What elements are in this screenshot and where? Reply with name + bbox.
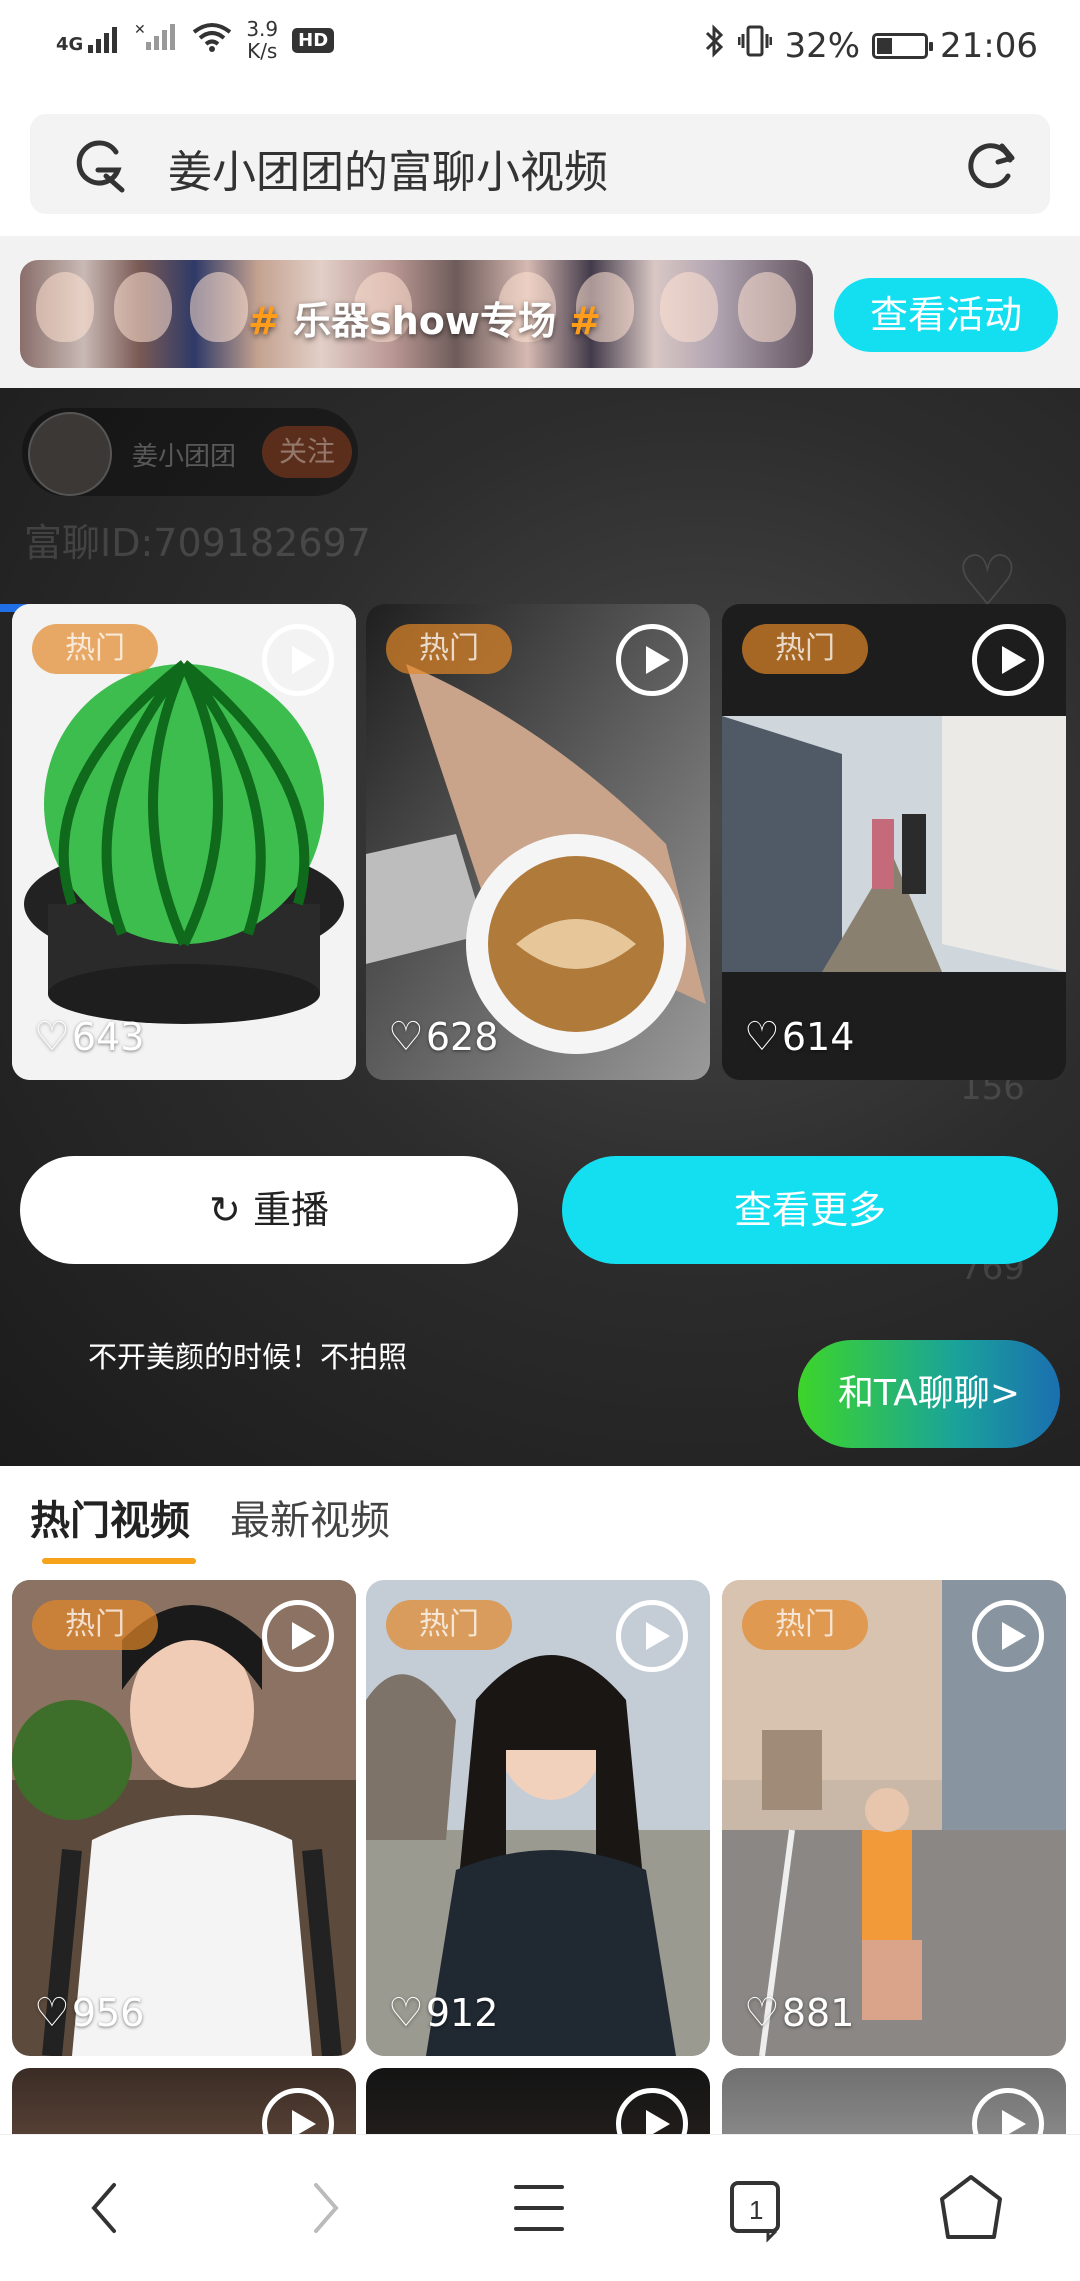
banner-photo (190, 272, 248, 342)
recommended-video-card[interactable]: 热门 ♡643 (12, 604, 356, 1080)
banner-photo (36, 272, 94, 342)
hot-tag: 热门 (32, 1600, 158, 1650)
like-count-value: 628 (425, 1015, 499, 1059)
network-speed-value: 3.9 (246, 17, 279, 41)
play-icon[interactable] (972, 1600, 1044, 1672)
bluetooth-icon (704, 24, 726, 67)
search-g-icon[interactable] (70, 136, 128, 198)
play-icon[interactable] (972, 624, 1044, 696)
menu-icon[interactable] (494, 2163, 584, 2253)
heart-icon: ♡ (744, 1014, 780, 1060)
like-count-value: 956 (71, 1991, 145, 2035)
heart-icon: ♡ (388, 1014, 424, 1060)
recommended-video-card[interactable]: 热门 ♡628 (366, 604, 710, 1080)
tab-hot-videos[interactable]: 热门视频 (30, 1488, 190, 1546)
like-count-value: 614 (781, 1015, 855, 1059)
search-bar: 姜小团团的富聊小视频 (0, 96, 1080, 236)
play-icon[interactable] (972, 2088, 1044, 2134)
hot-tag: 热门 (386, 1600, 512, 1650)
play-icon[interactable] (262, 624, 334, 696)
banner-title-text: 乐器show专场 (279, 299, 570, 343)
browser-bottom-nav: 1 (0, 2134, 1080, 2281)
like-count: ♡643 (34, 1014, 144, 1060)
hot-tag: 热门 (32, 624, 158, 674)
home-icon[interactable] (926, 2163, 1016, 2253)
hot-tag: 热门 (742, 624, 868, 674)
banner-hash: # (569, 299, 602, 343)
video-grid: 热门 ♡956 热门 ♡912 热门 ♡881 (0, 1578, 1080, 2134)
banner-title: # 乐器show专场 # (248, 290, 601, 345)
network-speed: 3.9 K/s (246, 18, 278, 62)
back-icon[interactable] (62, 2163, 152, 2253)
heart-icon: ♡ (388, 1990, 424, 2036)
recommended-video-card[interactable]: 热门 ♡614 (722, 604, 1066, 1080)
author-name: 姜小团团 (132, 442, 237, 472)
replay-button[interactable]: ↻ 重播 (20, 1156, 518, 1264)
clock: 21:06 (940, 25, 1038, 66)
video-card-partial[interactable] (366, 2068, 710, 2134)
like-count: ♡956 (34, 1990, 144, 2036)
banner-hash: # (248, 299, 280, 343)
tab-latest-videos[interactable]: 最新视频 (230, 1488, 390, 1546)
signal-icon: 4G (56, 25, 120, 55)
like-count: ♡912 (388, 1990, 498, 2036)
banner-photo (660, 272, 718, 342)
banner-photo (114, 272, 172, 342)
author-id: 富聊ID:709182697 (24, 521, 371, 565)
like-count: ♡614 (744, 1014, 854, 1060)
heart-icon: ♡ (34, 1014, 70, 1060)
play-icon[interactable] (262, 1600, 334, 1672)
banner-photo (738, 272, 796, 342)
like-count-value: 881 (781, 1991, 855, 2035)
activity-banner-row: # 乐器show专场 # 查看活动 (0, 236, 1080, 388)
video-caption: 不开美颜的时候！不拍照 (88, 1340, 408, 1374)
tabs-icon[interactable]: 1 (710, 2163, 800, 2253)
search-query[interactable]: 姜小团团的富聊小视频 (168, 136, 608, 200)
play-icon[interactable] (262, 2088, 334, 2134)
play-icon[interactable] (616, 624, 688, 696)
search-input[interactable]: 姜小团团的富聊小视频 (30, 114, 1050, 214)
battery-icon (872, 32, 934, 59)
status-left: 4G ✕ 3.9 K/s HD (56, 18, 335, 62)
status-right: 32% 21:06 (704, 24, 1038, 67)
wifi-icon (192, 22, 232, 58)
like-count: ♡881 (744, 1990, 854, 2036)
like-count: ♡628 (388, 1014, 498, 1060)
battery-level (877, 37, 893, 54)
play-icon[interactable] (616, 1600, 688, 1672)
status-bar: 4G ✕ 3.9 K/s HD 32% 21:06 (0, 0, 1080, 96)
heart-icon: ♡ (34, 1990, 70, 2036)
video-card[interactable]: 热门 ♡881 (722, 1580, 1066, 2056)
svg-text:1: 1 (749, 2195, 763, 2225)
hd-badge: HD (292, 27, 335, 53)
chat-with-ta-button[interactable]: 和TA聊聊> (798, 1340, 1060, 1448)
hot-tag: 热门 (742, 1600, 868, 1650)
activity-banner[interactable]: # 乐器show专场 # (20, 260, 813, 368)
video-card-partial[interactable] (12, 2068, 356, 2134)
network-type: 4G (56, 34, 84, 55)
video-card-partial[interactable] (722, 2068, 1066, 2134)
video-card[interactable]: 热门 ♡956 (12, 1580, 356, 2056)
like-count-value: 912 (425, 1991, 499, 2035)
network-speed-unit: K/s (247, 39, 278, 63)
video-player[interactable]: 姜小团团 关注 富聊ID:709182697 ♡ 156 769 热门 ♡643 (0, 388, 1080, 1466)
avatar (28, 412, 112, 496)
heart-icon: ♡ (744, 1990, 780, 2036)
svg-text:✕: ✕ (134, 22, 146, 38)
view-more-button[interactable]: 查看更多 (562, 1156, 1058, 1264)
view-activity-button[interactable]: 查看活动 (834, 278, 1058, 352)
refresh-icon[interactable] (964, 138, 1018, 196)
vibrate-icon (737, 24, 773, 67)
like-count-value: 643 (71, 1015, 145, 1059)
signal-2-icon: ✕ (134, 22, 178, 58)
play-icon[interactable] (616, 2088, 688, 2134)
hot-tag: 热门 (386, 624, 512, 674)
tab-underline (42, 1558, 196, 1564)
battery-percent: 32% (784, 25, 861, 66)
follow-button: 关注 (262, 426, 352, 478)
author-chip: 姜小团团 关注 (22, 408, 358, 496)
video-card[interactable]: 热门 ♡912 (366, 1580, 710, 2056)
forward-icon[interactable] (278, 2163, 368, 2253)
video-tabs: 热门视频 最新视频 (0, 1466, 1080, 1578)
